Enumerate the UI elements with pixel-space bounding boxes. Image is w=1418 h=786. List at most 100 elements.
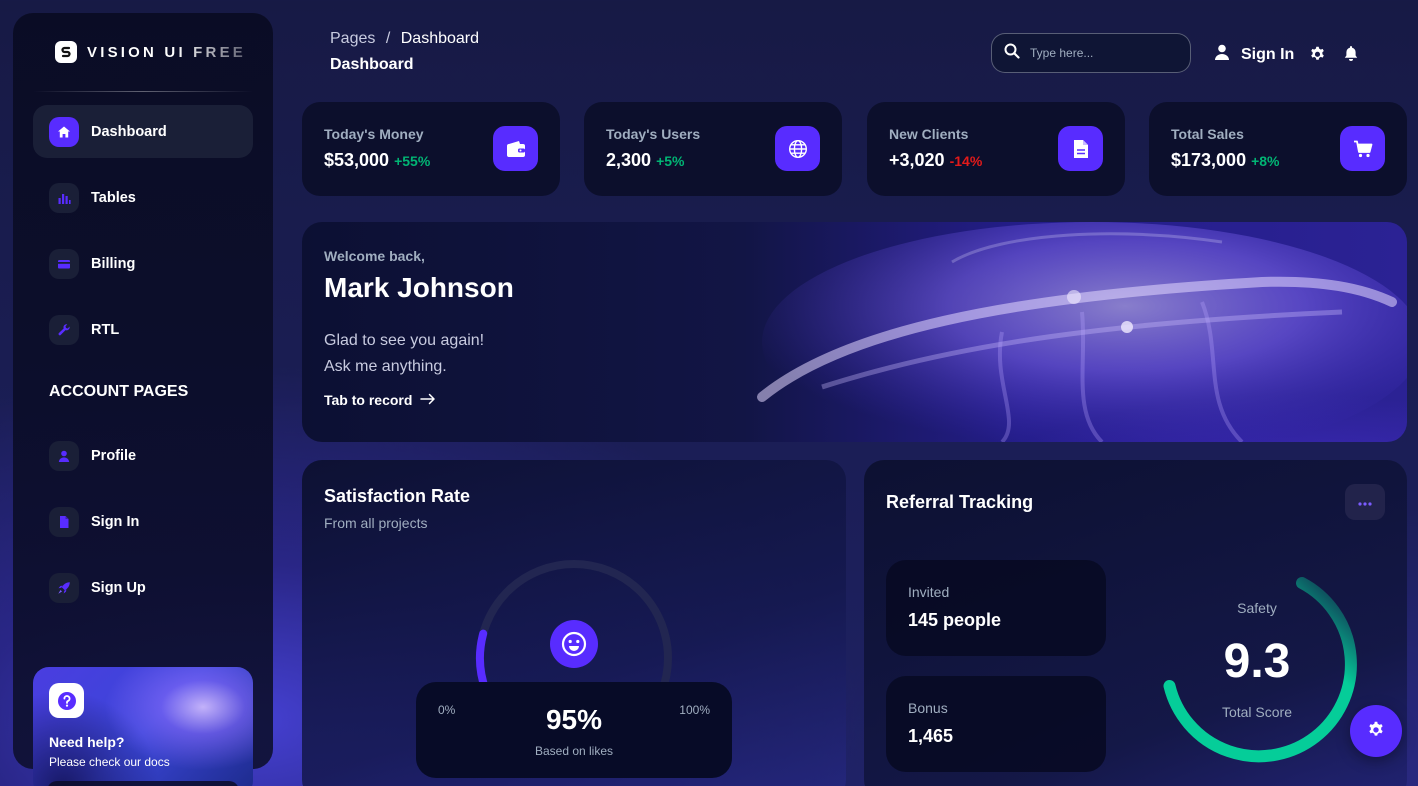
sidebar-item-label: Dashboard (91, 123, 167, 140)
invited-box: Invited 145 people (886, 560, 1106, 656)
arrow-right-icon (420, 392, 436, 408)
search-input[interactable] (1030, 46, 1180, 60)
bonus-value: 1,465 (908, 726, 954, 746)
more-options-button[interactable] (1345, 484, 1385, 520)
bonus-box: Bonus 1,465 (886, 676, 1106, 772)
stat-value: 2,300 +5% (606, 150, 684, 171)
tab-to-record-label: Tab to record (324, 392, 413, 408)
total-score-label: Total Score (1221, 704, 1293, 720)
satisfaction-subtitle: From all projects (324, 515, 428, 531)
sidebar-item-billing[interactable]: Billing (33, 237, 253, 290)
brand[interactable]: VISION UI FREE (55, 41, 246, 63)
jellyfish-image (757, 222, 1407, 442)
stat-number: $53,000 (324, 150, 390, 170)
invited-label: Invited (908, 584, 950, 600)
breadcrumb-separator: / (385, 30, 391, 47)
gear-icon[interactable] (1308, 44, 1326, 62)
safety-label: Safety (1237, 600, 1277, 616)
welcome-line-2: Ask me anything. (324, 358, 447, 375)
settings-fab-button[interactable] (1350, 705, 1402, 757)
document-icon (49, 506, 79, 537)
signin-link[interactable]: Sign In (1213, 43, 1294, 66)
person-icon (49, 440, 79, 471)
stat-label: Today's Users (606, 126, 701, 142)
home-icon (49, 116, 79, 147)
help-title: Need help? (49, 734, 125, 750)
sidebar-item-label: Profile (91, 447, 137, 464)
stat-number: 2,300 (606, 150, 652, 170)
page-title: Dashboard (330, 56, 414, 73)
document-icon (1058, 126, 1103, 171)
sidebar-item-rtl[interactable]: RTL (33, 303, 253, 356)
sidebar: VISION UI FREE Dashboard Tables Billing … (13, 13, 273, 786)
welcome-card: Welcome back, Mark Johnson Glad to see y… (302, 222, 1407, 442)
stat-label: New Clients (889, 126, 969, 142)
tab-to-record-link[interactable]: Tab to record (324, 392, 436, 408)
sidebar-item-label: Tables (91, 189, 136, 206)
sidebar-item-signin[interactable]: Sign In (33, 495, 253, 548)
welcome-line-1: Glad to see you again! (324, 332, 485, 349)
bell-icon[interactable] (1342, 44, 1360, 62)
stat-change: -14% (949, 153, 983, 169)
total-score-value: 9.3 (1223, 635, 1291, 688)
documentation-button[interactable] (47, 781, 239, 786)
more-icon (1358, 493, 1372, 511)
brand-name: VISION UI FREE (87, 43, 246, 61)
wallet-icon (493, 126, 538, 171)
rocket-icon (49, 572, 79, 603)
welcome-name: Mark Johnson (324, 272, 514, 303)
smiley-icon (550, 620, 598, 668)
sidebar-item-tables[interactable]: Tables (33, 171, 253, 224)
sidebar-item-label: RTL (91, 321, 120, 338)
account-pages-heading: ACCOUNT PAGES (49, 383, 189, 400)
help-card: Need help? Please check our docs (33, 667, 253, 786)
stat-label: Today's Money (324, 126, 424, 142)
bonus-label: Bonus (908, 700, 948, 716)
welcome-greeting: Welcome back, (324, 248, 425, 264)
satisfaction-summary: 0% 100% 95% Based on likes (416, 682, 732, 778)
stat-change: +5% (656, 153, 685, 169)
stat-card-money: Today's Money $53,000 +55% (302, 102, 560, 196)
search-box[interactable] (991, 33, 1191, 73)
brand-logo-icon (55, 41, 77, 63)
sidebar-item-label: Sign Up (91, 579, 146, 596)
signin-label: Sign In (1241, 45, 1295, 63)
stat-value: $173,000 +8% (1171, 150, 1280, 171)
stat-card-sales: Total Sales $173,000 +8% (1149, 102, 1407, 196)
breadcrumb-root[interactable]: Pages (330, 30, 375, 47)
referral-title: Referral Tracking (886, 492, 1034, 512)
help-subtitle: Please check our docs (49, 755, 170, 769)
credit-card-icon (49, 248, 79, 279)
stat-change: +8% (1251, 153, 1280, 169)
sidebar-item-profile[interactable]: Profile (33, 429, 253, 482)
sidebar-item-signup[interactable]: Sign Up (33, 561, 253, 614)
gear-icon (1367, 720, 1385, 743)
satisfaction-note: Based on likes (534, 744, 614, 758)
stat-value: $53,000 +55% (324, 150, 430, 171)
referral-card: Referral Tracking Invited 145 people Bon… (864, 460, 1407, 786)
invited-value: 145 people (908, 610, 1002, 630)
bar-chart-icon (49, 182, 79, 213)
wrench-icon (49, 314, 79, 345)
stat-value: +3,020 -14% (889, 150, 982, 171)
satisfaction-value: 95% (545, 704, 603, 735)
person-icon (1213, 43, 1231, 66)
stat-card-users: Today's Users 2,300 +5% (584, 102, 842, 196)
stat-label: Total Sales (1171, 126, 1244, 142)
search-icon (1004, 43, 1020, 64)
cart-icon (1340, 126, 1385, 171)
sidebar-item-label: Sign In (91, 513, 140, 530)
brand-divider (33, 91, 253, 92)
breadcrumb: Pages / Dashboard (330, 30, 479, 48)
stat-change: +55% (394, 153, 431, 169)
stat-number: $173,000 (1171, 150, 1247, 170)
satisfaction-title: Satisfaction Rate (324, 486, 471, 506)
sidebar-item-dashboard[interactable]: Dashboard (33, 105, 253, 158)
globe-icon (775, 126, 820, 171)
sidebar-item-label: Billing (91, 255, 136, 272)
breadcrumb-current: Dashboard (400, 30, 480, 47)
satisfaction-card: Satisfaction Rate From all projects 0% 1… (302, 460, 846, 786)
question-icon (49, 683, 84, 718)
stat-number: +3,020 (889, 150, 945, 170)
stat-card-clients: New Clients +3,020 -14% (867, 102, 1125, 196)
